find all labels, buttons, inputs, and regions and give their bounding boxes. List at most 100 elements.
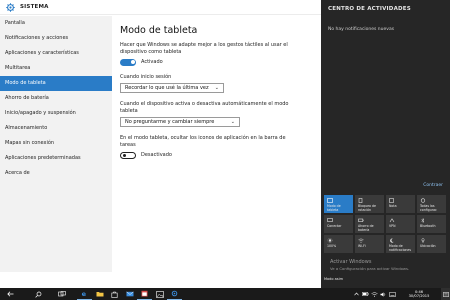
activate-windows-watermark: Activar Windows — [330, 259, 372, 265]
quick-action-location[interactable]: Ubicación — [417, 235, 446, 253]
location-icon — [421, 238, 425, 243]
quick-action-label: Modo de tableta — [327, 204, 341, 212]
action-center-title: CENTRO DE ACTIVIDADES — [328, 6, 411, 12]
activate-windows-subtext: Ve a Configuración para activar Windows. — [330, 266, 410, 271]
sidebar-item-storage[interactable]: Almacenamiento — [0, 121, 112, 136]
signin-label: Cuando inicio sesión — [120, 74, 172, 80]
tablet-mode-toggle-row: Activado — [120, 58, 313, 66]
quick-action-quiet-hours[interactable]: Modo de notificaciones — [386, 235, 415, 253]
quick-action-label: 100% — [327, 244, 337, 248]
taskbar-app-edge[interactable]: e — [77, 288, 92, 300]
tablet-mode-icon — [327, 198, 333, 203]
signin-dropdown-value: Recordar lo que usé la última vez — [125, 85, 209, 91]
battery-icon — [362, 292, 369, 296]
search-button[interactable] — [31, 288, 45, 300]
tray-chevron[interactable] — [352, 288, 361, 300]
auto-switch-dropdown[interactable]: No preguntarme y cambiar siempre ⌄ — [120, 117, 240, 127]
taskbar-app-settings[interactable] — [167, 288, 182, 300]
hide-icons-toggle-row: Desactivado — [120, 151, 313, 159]
quick-action-battery-saver[interactable]: Ahorro de batería — [355, 215, 384, 233]
settings-content: Modo de tableta Hacer que Windows se ada… — [112, 16, 321, 272]
chevron-up-icon — [354, 292, 359, 296]
volume-icon — [380, 291, 386, 297]
quick-action-all-settings[interactable]: Todas las configurac — [417, 195, 446, 213]
back-button[interactable] — [3, 288, 17, 300]
chevron-down-icon: ⌄ — [230, 119, 235, 125]
sidebar-item-power-sleep[interactable]: Inicio/apagado y suspensión — [0, 106, 112, 121]
settings-icon — [171, 290, 178, 297]
quick-action-brightness[interactable]: 100% — [324, 235, 353, 253]
tablet-mode-description: Hacer que Windows se adapte mejor a los … — [120, 42, 288, 55]
page-title: Modo de tableta — [120, 25, 198, 36]
taskbar-app-calendar[interactable] — [137, 288, 152, 300]
edge-icon: e — [82, 290, 87, 297]
quick-action-note[interactable]: Nota — [386, 195, 415, 213]
quick-action-rotation-lock[interactable]: Bloqueo de rotación — [355, 195, 384, 213]
system-tray: 0:46 30/07/2015 — [352, 288, 450, 300]
collapse-link[interactable]: Contraer — [423, 183, 443, 188]
quick-action-label: Bluetooth — [420, 224, 436, 228]
signin-dropdown[interactable]: Recordar lo que usé la última vez ⌄ — [120, 83, 224, 93]
quick-action-tablet-mode[interactable]: Modo de tableta — [324, 195, 353, 213]
sidebar-item-tablet-mode[interactable]: Modo de tableta — [0, 76, 112, 91]
quick-action-label: Modo de notificaciones — [389, 244, 412, 252]
sidebar-item-offline-maps[interactable]: Mapas sin conexión — [0, 136, 112, 151]
taskbar-app-mail[interactable] — [122, 288, 137, 300]
taskbar-app-store[interactable] — [107, 288, 122, 300]
sidebar-item-apps[interactable]: Aplicaciones y características — [0, 46, 112, 61]
vpn-icon — [389, 218, 395, 223]
task-view-button[interactable] — [55, 288, 69, 300]
quick-action-connect[interactable]: Conectar — [324, 215, 353, 233]
title-bar: SISTEMA — [0, 0, 321, 15]
quick-action-label: Ubicación — [420, 244, 436, 248]
tray-battery[interactable] — [361, 288, 370, 300]
clock-date: 30/07/2015 — [408, 294, 430, 298]
tray-wifi[interactable] — [370, 288, 379, 300]
tray-keyboard[interactable] — [388, 288, 397, 300]
quick-action-label: Bloqueo de rotación — [358, 204, 376, 212]
no-notifications-text: No hay notificaciones nuevas — [328, 27, 395, 32]
sidebar-item-display[interactable]: Pantalla — [0, 16, 112, 31]
taskbar-clock[interactable]: 0:46 30/07/2015 — [397, 290, 441, 298]
quiet-hours-icon — [390, 238, 394, 243]
auto-switch-dropdown-value: No preguntarme y cambiar siempre — [125, 119, 215, 125]
task-view-icon — [58, 291, 66, 297]
chevron-down-icon: ⌄ — [214, 85, 219, 91]
svg-text:e: e — [82, 290, 87, 297]
brightness-icon — [327, 238, 333, 243]
back-arrow-icon — [6, 291, 13, 297]
action-center-icon — [442, 291, 449, 297]
taskbar-app-photos[interactable] — [152, 288, 167, 300]
wifi-icon — [371, 291, 378, 297]
sidebar-item-default-apps[interactable]: Aplicaciones predeterminadas — [0, 151, 112, 166]
gear-icon — [6, 3, 15, 12]
sidebar-item-multitasking[interactable]: Multitarea — [0, 61, 112, 76]
sidebar-item-battery-saver[interactable]: Ahorro de batería — [0, 91, 112, 106]
window-title: SISTEMA — [20, 4, 49, 10]
settings-sidebar: Pantalla Notificaciones y acciones Aplic… — [0, 16, 112, 272]
hide-icons-toggle[interactable] — [120, 151, 136, 159]
photos-icon — [155, 290, 164, 298]
hide-icons-label: En el modo tableta, ocultar los iconos d… — [120, 135, 286, 148]
quick-action-label: Ahorro de batería — [358, 224, 374, 232]
taskbar: e 0:46 30/07/2015 — [0, 288, 450, 300]
tablet-mode-toggle-label: Activado — [141, 59, 163, 65]
search-icon — [34, 291, 41, 298]
sidebar-item-notifications[interactable]: Notificaciones y acciones — [0, 31, 112, 46]
wifi-icon — [358, 238, 364, 243]
quick-action-wifi[interactable]: Wi-Fi — [355, 235, 384, 253]
quick-action-vpn[interactable]: VPN — [386, 215, 415, 233]
file-explorer-icon — [96, 292, 103, 297]
quick-action-bluetooth[interactable]: Bluetooth — [417, 215, 446, 233]
sidebar-item-about[interactable]: Acerca de — [0, 166, 112, 181]
taskbar-app-file-explorer[interactable] — [92, 288, 107, 300]
calendar-icon — [141, 290, 148, 297]
store-icon — [111, 291, 118, 298]
quick-action-label: Wi-Fi — [358, 244, 366, 248]
tablet-mode-mini-label: Modo asim — [324, 277, 343, 281]
bluetooth-icon — [421, 218, 425, 223]
settings-icon — [420, 198, 426, 203]
tray-action-center[interactable] — [441, 288, 450, 300]
tray-volume[interactable] — [379, 288, 388, 300]
tablet-mode-toggle[interactable] — [120, 58, 136, 66]
